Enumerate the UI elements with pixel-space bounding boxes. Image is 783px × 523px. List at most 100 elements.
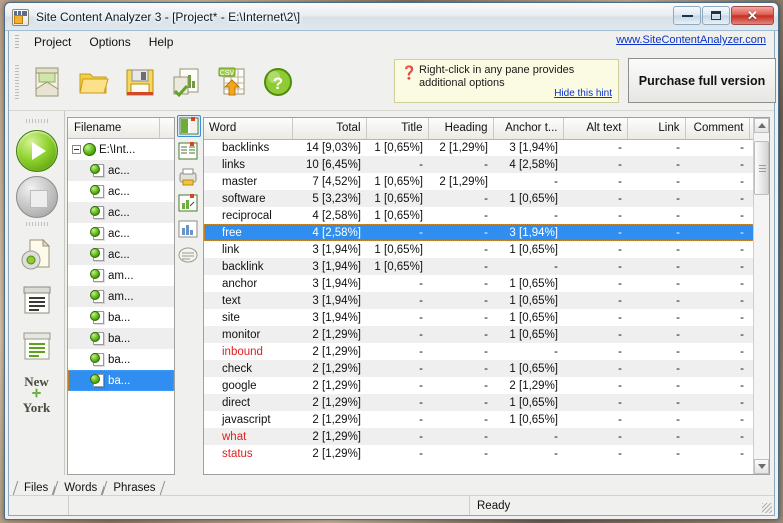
new-project-button[interactable] [26,59,70,105]
table-row[interactable]: master7 [4,52%]1 [0,65%]2 [1,29%]----3 [… [204,173,753,190]
export-csv-icon: CSV [218,67,245,95]
collapse-icon[interactable] [72,145,81,154]
table-row[interactable]: links10 [6,45%]--4 [2,58%]---5 [3,23%] [204,156,753,173]
scroll-track[interactable] [754,133,769,459]
column-header-word[interactable]: Word [204,118,293,140]
table-row[interactable]: inbound2 [1,29%]------2 [1,29%] [204,343,753,360]
start-analysis-button[interactable] [15,130,58,172]
report-button[interactable] [164,59,208,105]
cell-title: - [366,428,428,445]
cell-anchor-t: 1 [0,65%] [493,292,563,309]
column-header-comment[interactable]: Comment [685,118,750,140]
table-viewport: Word Total Title Heading Anchor t... Alt text… [204,118,753,474]
column-header-title[interactable]: Title [366,118,429,140]
table-row[interactable]: javascript2 [1,29%]--1 [0,65%]---1 [0,65… [204,411,753,428]
table-row[interactable]: backlink3 [1,94%]1 [0,65%]-----1 [0,65%] [204,258,753,275]
settings-page-icon [21,238,50,270]
report-list-button[interactable] [17,280,57,320]
svg-text:?: ? [273,74,283,93]
column-header-body[interactable]: Body [749,118,753,140]
tab-files[interactable]: Files [15,481,56,495]
tree-item[interactable]: am... [68,265,174,286]
table-row[interactable]: status2 [1,29%]------2 [1,29%] [204,445,753,462]
menu-options[interactable]: Options [80,33,139,51]
view-mode-book-button[interactable] [177,115,201,137]
column-header-total[interactable]: Total [292,118,367,140]
svg-text:CSV: CSV [220,70,235,77]
toolbar-help-button[interactable]: ? [256,59,300,105]
table-row[interactable]: reciprocal4 [2,58%]1 [0,65%]-----1 [0,65… [204,207,753,224]
tree-root-row[interactable]: E:\Int... [68,139,174,160]
table-vertical-scrollbar[interactable] [753,118,769,474]
view-mode-chart-page-button[interactable] [177,193,201,215]
tree-item[interactable]: ba... [68,328,174,349]
tree-item[interactable]: ac... [68,181,174,202]
tree-item[interactable]: ba... [68,349,174,370]
scroll-down-button[interactable] [754,459,769,474]
table-row[interactable]: monitor2 [1,29%]--1 [0,65%]---- [204,326,753,343]
tree-column-header[interactable]: Filename [68,118,174,139]
tree-item[interactable]: ac... [68,223,174,244]
table-row[interactable]: free4 [2,58%]--3 [1,94%]---1 [0,65%] [204,224,753,241]
column-header-alt-text[interactable]: Alt text [563,118,628,140]
column-header-anchor-t[interactable]: Anchor t... [493,118,564,140]
tree-item[interactable]: ba... [68,370,174,391]
table-row[interactable]: google2 [1,29%]--2 [1,29%]---- [204,377,753,394]
cell-link: - [627,190,685,207]
resize-grip[interactable] [762,503,772,513]
hide-hint-link[interactable]: Hide this hint [554,87,612,100]
html-file-icon [90,163,105,178]
minimize-button[interactable] [673,6,701,25]
table-row[interactable]: text3 [1,94%]--1 [0,65%]---2 [1,29%] [204,292,753,309]
scroll-thumb[interactable] [754,141,769,195]
column-header-heading[interactable]: Heading [428,118,494,140]
maximize-button[interactable] [702,6,730,25]
cell-alt-text: - [563,156,627,173]
toolbar-grip[interactable] [15,64,19,99]
arrow-up-icon [757,123,766,128]
tree-item-label: ac... [108,164,130,177]
table-row[interactable]: software5 [3,23%]1 [0,65%]-1 [0,65%]---1… [204,190,753,207]
table-row[interactable]: direct2 [1,29%]--1 [0,65%]---1 [0,65%] [204,394,753,411]
tab-words[interactable]: Words [55,481,105,495]
tree-item[interactable]: ba... [68,307,174,328]
cell-heading: - [484,277,488,290]
view-mode-bars-button[interactable] [177,219,201,241]
table-header: Word Total Title Heading Anchor t... Alt text… [204,118,753,140]
purchase-full-version-button[interactable]: Purchase full version [628,58,776,103]
view-mode-list-button[interactable] [177,141,201,163]
cell-word: links [204,156,292,173]
cell-total: 3 [1,94%] [312,277,361,290]
report-lines-button[interactable] [17,326,57,366]
menu-project[interactable]: Project [25,33,80,51]
tree-item[interactable]: ac... [68,244,174,265]
table-row[interactable]: link3 [1,94%]1 [0,65%]-1 [0,65%]---- [204,241,753,258]
cell-anchor-t: 1 [0,65%] [493,394,563,411]
tree-item[interactable]: ac... [68,202,174,223]
cell-heading: - [428,224,493,241]
view-mode-text-button[interactable] [177,245,201,267]
tree-item[interactable]: am... [68,286,174,307]
view-mode-print-button[interactable] [177,167,201,189]
left-toolbar-grip[interactable] [25,119,48,123]
menu-help[interactable]: Help [140,33,183,51]
project-settings-button[interactable] [17,234,57,274]
save-project-button[interactable] [118,59,162,105]
table-row[interactable]: check2 [1,29%]--1 [0,65%]---1 [0,65%] [204,360,753,377]
open-project-button[interactable] [72,59,116,105]
menubar-grip[interactable] [15,35,19,49]
export-csv-button[interactable]: CSV [210,59,254,105]
stop-analysis-button[interactable] [15,176,58,218]
view-mode-list-icon [178,142,198,160]
close-button[interactable]: ✕ [731,6,774,25]
tab-phrases[interactable]: Phrases [104,481,163,495]
website-link[interactable]: www.SiteContentAnalyzer.com [616,34,766,46]
table-row[interactable]: what2 [1,29%]------2 [1,29%] [204,428,753,445]
column-header-link[interactable]: Link [627,118,686,140]
table-row[interactable]: anchor3 [1,94%]--1 [0,65%]---2 [1,29%] [204,275,753,292]
table-row[interactable]: backlinks 14 [9,03%] 1 [0,65%] 2 [1,29%] 3 [… [204,139,753,156]
tree-item[interactable]: ac... [68,160,174,181]
scroll-up-button[interactable] [754,118,769,133]
cell-anchor-t: - [554,447,558,460]
table-row[interactable]: site3 [1,94%]--1 [0,65%]---2 [1,29%] [204,309,753,326]
